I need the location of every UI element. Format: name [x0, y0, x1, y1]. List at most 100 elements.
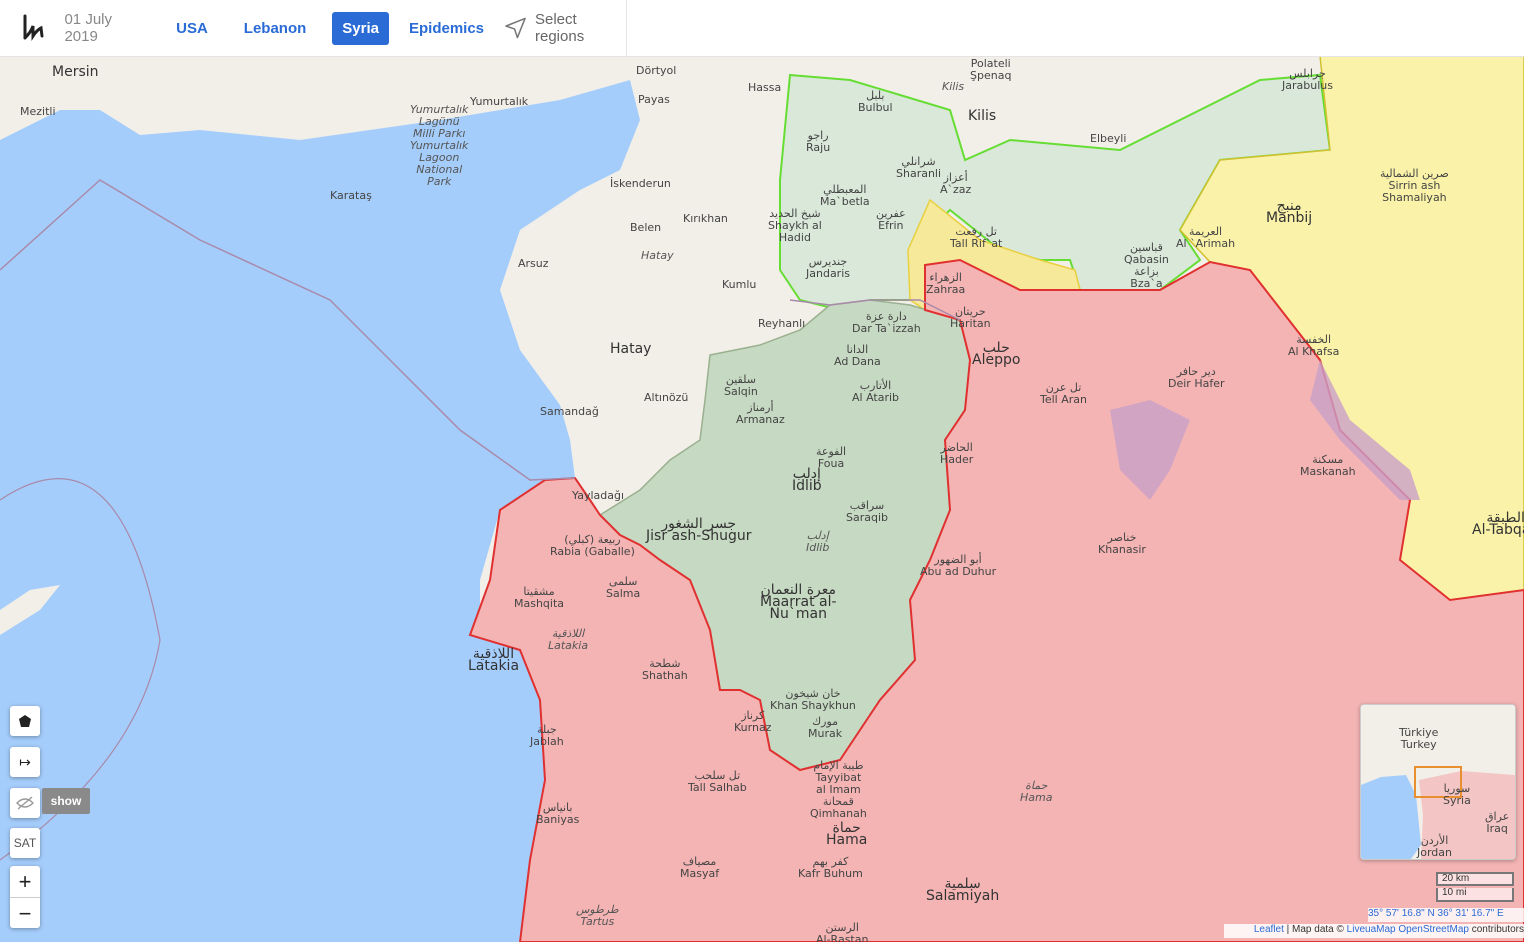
- attribution: Leaflet | Map data © LiveuaMap OpenStree…: [1224, 924, 1524, 938]
- place-label-zahraa: الزهراء Zahraa: [926, 271, 966, 296]
- nav-usa[interactable]: USA: [166, 12, 218, 45]
- place-label-jablah: جبلة Jablah: [530, 723, 564, 748]
- nav-lebanon[interactable]: Lebanon: [234, 12, 317, 45]
- place-label-tartus: طرطوس Tartus: [576, 903, 619, 928]
- place-label-kilis: Kilis: [968, 108, 997, 124]
- place-label-dortyol: Dörtyol: [636, 64, 677, 77]
- place-label-rabia: ربيعة (كبلي) Rabia (Gaballe): [550, 533, 635, 558]
- place-label-latakia: اللاذقية Latakia: [468, 646, 520, 674]
- coordinates-readout: 35° 57' 16.8" N 36° 31' 16.7" E: [1368, 908, 1524, 922]
- place-label-salqin: سلقين Salqin: [724, 373, 758, 398]
- place-label-khanshaykhun: خان شيخون Khan Shaykhun: [770, 687, 856, 712]
- liveuamap-logo-icon[interactable]: [16, 11, 52, 45]
- place-label-masyaf: مصياف Masyaf: [680, 855, 720, 880]
- top-bar: 01 July 2019 USA Lebanon Syria Epidemics…: [0, 0, 1524, 57]
- place-label-hama_it: حماة Hama: [1020, 779, 1053, 804]
- place-label-addana: الدانا Ad Dana: [834, 343, 881, 368]
- eye-off-icon: [16, 796, 34, 810]
- place-label-alarimah: العريمة Al `Arimah: [1176, 225, 1236, 250]
- place-label-belen: Belen: [630, 221, 662, 234]
- place-label-shathah: شطحة Shathah: [642, 657, 688, 682]
- place-label-idlib_it: إدلب Idlib: [806, 529, 830, 554]
- minimap-jordan-label: الأردن Jordan: [1417, 834, 1452, 859]
- place-label-jarabulus: جرابلس Jarabulus: [1282, 67, 1333, 92]
- place-label-arsuz: Arsuz: [518, 257, 549, 270]
- place-label-jandaris: جنديرس Jandaris: [806, 255, 850, 280]
- map-canvas[interactable]: Mersin Mezitli Yumurtalık Yumurtalık Lagünü…: [0, 56, 1524, 942]
- place-label-tayyibat: طيبة الإمام Tayyibat al Imam قمحانة Qimh…: [810, 759, 867, 820]
- place-label-mabtla: المعبطلي Ma`betla: [820, 183, 870, 208]
- place-label-polateli: Polateli Şpenaq: [970, 57, 1012, 82]
- place-label-mashqita: مشقيتا Mashqita: [514, 585, 565, 610]
- place-label-manbij: منبج Manbij: [1266, 198, 1313, 226]
- place-label-darta: دارة عزة Dar Ta`izzah: [852, 310, 921, 335]
- minimap-syria-label: سوريا Syria: [1443, 782, 1471, 807]
- place-label-lagoon: Yumurtalık Lagünü Milli Parkı Yumurtalık…: [410, 103, 469, 188]
- place-label-karatas: Karataş: [330, 189, 372, 202]
- place-label-abuduhur: أبو الضهور Abu ad Duhur: [920, 553, 997, 578]
- map-layer: [0, 56, 1524, 942]
- draw-polygon-button[interactable]: [10, 706, 40, 736]
- place-label-yayladagi: Yayladağı: [572, 489, 625, 502]
- attribution-mapdata: | Map data ©: [1283, 924, 1347, 935]
- satellite-button[interactable]: SAT: [10, 828, 40, 858]
- nav-epidemics[interactable]: Epidemics: [399, 12, 494, 45]
- place-label-alatarib: الأتارب Al Atarib: [852, 379, 900, 404]
- place-label-yumurtalik: Yumurtalık: [470, 95, 529, 108]
- place-label-alrastan: الرستن Al-Rastan: [816, 921, 869, 942]
- nav-syria[interactable]: Syria: [332, 11, 389, 45]
- osm-link[interactable]: OpenStreetMap: [1398, 924, 1469, 935]
- place-label-mersin: Mersin: [52, 64, 99, 80]
- place-label-latakia_it: اللاذقية Latakia: [548, 627, 589, 652]
- place-label-shaykh: شيخ الحديد Shaykh al Hadid: [768, 207, 822, 244]
- scale-mi: 10 mi: [1436, 888, 1514, 902]
- minimap[interactable]: Türkiye Turkey سوريا Syria الأردن Jordan…: [1360, 704, 1516, 860]
- place-label-kilis_it: Kilis: [942, 80, 965, 93]
- place-label-haritan: حريتان Haritan: [950, 305, 991, 330]
- minimap-turkey-label: Türkiye Turkey: [1399, 726, 1439, 751]
- place-label-baniyas: بانياس Baniyas: [536, 801, 580, 826]
- liveuamap-link[interactable]: LiveuaMap: [1347, 924, 1396, 935]
- place-label-raju: راجو Raju: [806, 129, 831, 154]
- place-label-kirikhan: Kırıkhan: [683, 212, 728, 225]
- polygon-icon: [19, 715, 31, 727]
- place-label-salamiyah: سلمية Salamiyah: [926, 876, 1000, 904]
- place-label-salma: سلمى Salma: [606, 575, 641, 600]
- place-label-payas: Payas: [638, 93, 670, 106]
- place-label-murak: مورك Murak: [808, 715, 843, 740]
- place-label-tellaran: تل عرن Tell Aran: [1040, 381, 1087, 406]
- scale-km: 20 km: [1436, 872, 1514, 886]
- place-label-qabasin: قباسين Qabasin بزاعة Bza`a: [1124, 241, 1169, 290]
- select-regions-label: Select regions: [535, 11, 585, 45]
- place-label-saraqib: سراقب Saraqib: [846, 499, 889, 524]
- zoom-control: + −: [10, 866, 40, 928]
- place-label-iskenderun: İskenderun: [610, 177, 671, 190]
- place-label-tallsalhab: تل سلحب Tall Salhab: [688, 769, 747, 794]
- leaflet-link[interactable]: Leaflet: [1254, 924, 1284, 935]
- place-label-sharanli: شرانلي Sharanli: [896, 155, 942, 180]
- show-button[interactable]: show: [42, 788, 90, 814]
- place-label-reyhanli: Reyhanlı: [758, 317, 806, 330]
- place-label-hassa: Hassa: [748, 81, 782, 94]
- zoom-out-button[interactable]: −: [10, 897, 40, 929]
- place-label-kumlu: Kumlu: [722, 278, 757, 291]
- select-regions-button[interactable]: Select regions: [504, 11, 626, 45]
- place-label-maarrat: معرة النعمان Maarrat al- Nu`man: [760, 582, 837, 622]
- place-label-idlib: إدلب Idlib: [792, 466, 822, 494]
- place-label-khanasir: خناصر Khanasir: [1098, 531, 1146, 556]
- place-label-tabqah: الطبقة Al-Tabqah: [1472, 510, 1524, 538]
- place-label-hatay_it: Hatay: [641, 249, 674, 262]
- toggle-visibility-button[interactable]: [10, 788, 40, 818]
- place-label-armanaz: أرمناز Armanaz: [736, 401, 785, 426]
- place-label-deirhafer: دير حافر Deir Hafer: [1168, 365, 1225, 390]
- place-label-samandag: Samandağ: [540, 405, 599, 418]
- place-label-alkhafsa: الخفسة Al Khafsa: [1288, 333, 1340, 358]
- attribution-contributors: contributors: [1468, 924, 1524, 935]
- zoom-in-button[interactable]: +: [10, 866, 40, 897]
- place-label-mezitli: Mezitli: [20, 105, 56, 118]
- current-date[interactable]: 01 July 2019: [64, 11, 146, 45]
- place-label-elbeyli: Elbeyli: [1090, 132, 1127, 145]
- draw-line-button[interactable]: ↦: [10, 747, 40, 777]
- place-label-hader: الحاضر Hader: [940, 441, 974, 466]
- navigation-arrow-icon: [505, 17, 526, 39]
